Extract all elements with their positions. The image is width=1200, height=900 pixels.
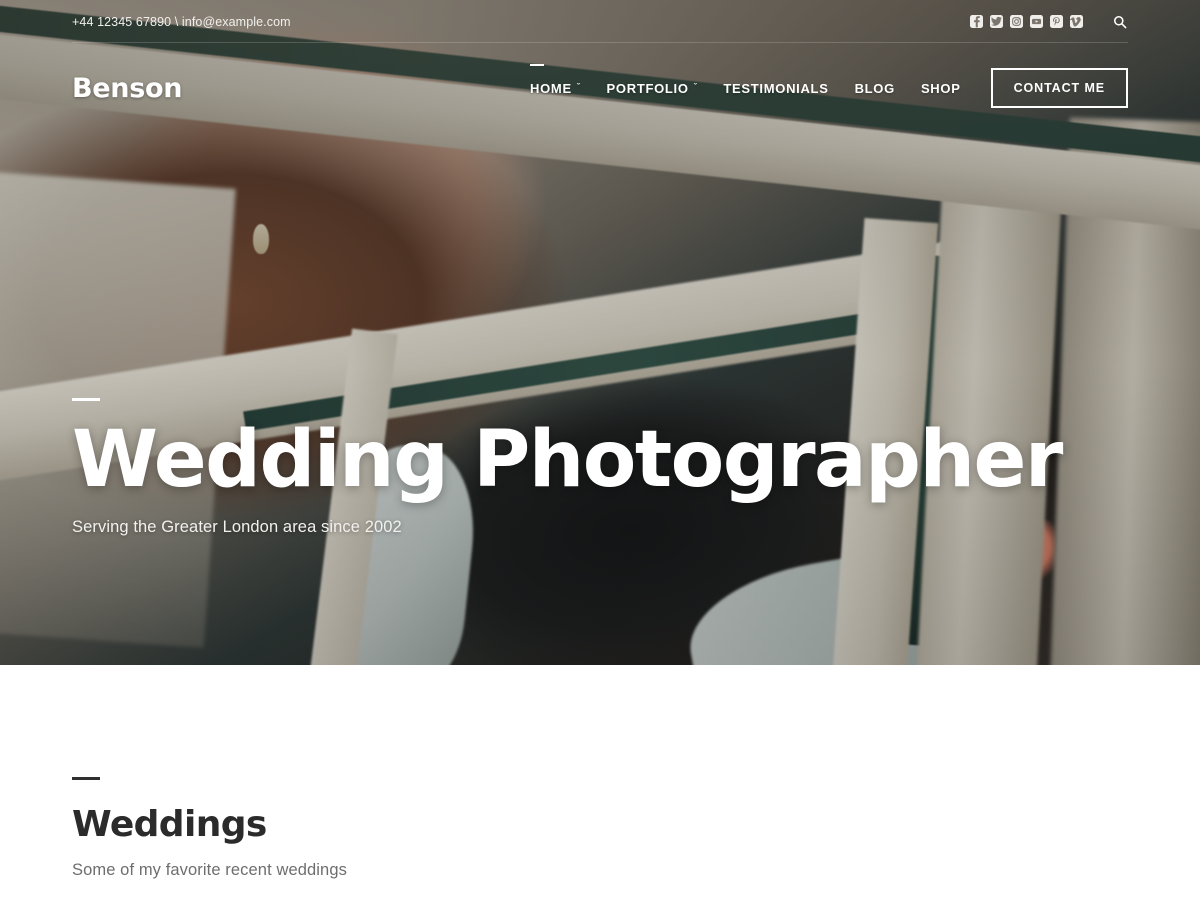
- hero-content: Wedding Photographer Serving the Greater…: [72, 397, 1063, 665]
- section-subtitle: Some of my favorite recent weddings: [72, 861, 347, 879]
- chevron-down-icon: ˇ: [693, 81, 698, 92]
- twitter-icon[interactable]: [990, 15, 1003, 28]
- section-title: Weddings: [72, 804, 267, 845]
- social-links: [970, 14, 1128, 30]
- nav-item-label: BLOG: [854, 80, 895, 96]
- search-icon[interactable]: [1112, 14, 1128, 30]
- nav-menu: HOME ˇ PORTFOLIO ˇ TESTIMONIALS BLOG SHO…: [517, 63, 1128, 108]
- hero-accent-dash: [72, 397, 100, 401]
- nav-item-testimonials[interactable]: TESTIMONIALS: [710, 81, 841, 96]
- chevron-down-icon: ˇ: [576, 81, 581, 92]
- nav-item-label: SHOP: [920, 80, 961, 96]
- youtube-icon[interactable]: [1030, 15, 1043, 28]
- weddings-section: Weddings Some of my favorite recent wedd…: [0, 665, 1200, 900]
- top-bar: +44 12345 67890 \ info@example.com: [0, 0, 1200, 43]
- hero-subtitle: Serving the Greater London area since 20…: [72, 518, 402, 536]
- nav-item-home[interactable]: HOME ˇ: [517, 63, 594, 96]
- instagram-icon[interactable]: [1010, 15, 1023, 28]
- section-accent-dash: [72, 777, 100, 780]
- nav-item-label: PORTFOLIO: [606, 80, 689, 96]
- hero-banner: +44 12345 67890 \ info@example.com Benso…: [0, 0, 1200, 665]
- nav-item-label: HOME: [530, 80, 572, 96]
- contact-me-button[interactable]: CONTACT ME: [990, 68, 1128, 108]
- nav-item-label: TESTIMONIALS: [723, 80, 829, 96]
- nav-item-shop[interactable]: SHOP: [908, 81, 974, 96]
- nav-item-blog[interactable]: BLOG: [842, 81, 908, 96]
- facebook-icon[interactable]: [970, 15, 983, 28]
- contact-info: +44 12345 67890 \ info@example.com: [72, 14, 291, 29]
- nav-item-portfolio[interactable]: PORTFOLIO ˇ: [594, 81, 711, 96]
- pinterest-icon[interactable]: [1050, 15, 1063, 28]
- site-logo[interactable]: Benson: [72, 73, 182, 104]
- vimeo-icon[interactable]: [1070, 15, 1083, 28]
- hero-title: Wedding Photographer: [72, 414, 1063, 505]
- main-navigation: Benson HOME ˇ PORTFOLIO ˇ TESTIMONIALS B…: [0, 43, 1200, 133]
